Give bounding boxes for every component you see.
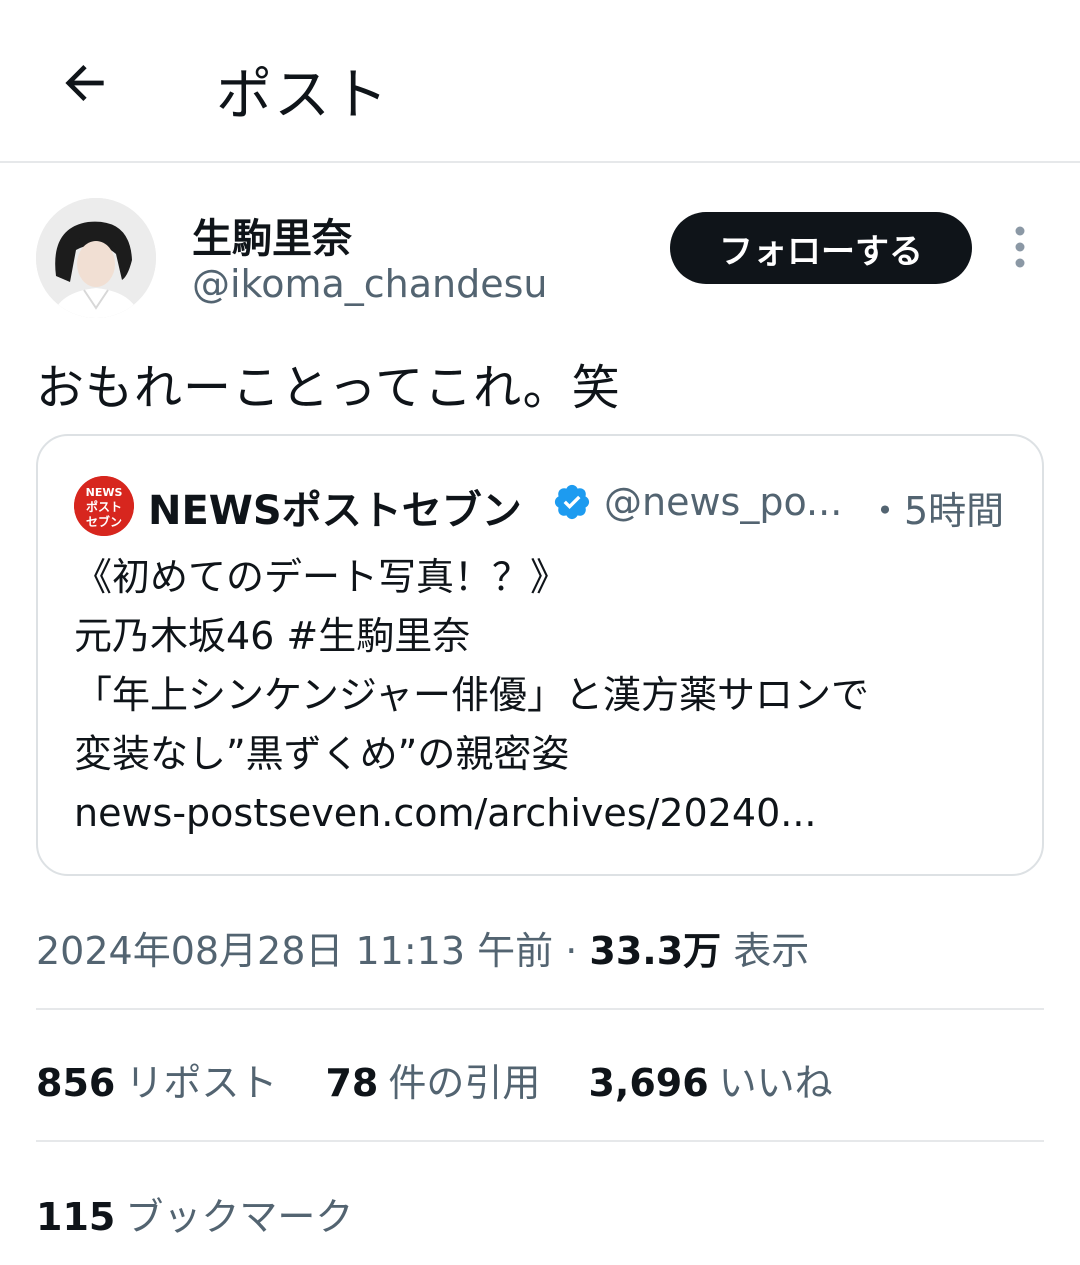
page-title: ポスト [216,63,390,128]
meta-separator: · [565,929,578,973]
quoted-post-body: 《初めてのデート写真！？》 元乃木坂46 #生駒里奈 「年上シンケンジャー俳優」… [74,548,1024,843]
author-name[interactable]: 生駒里奈 [192,206,352,264]
bookmarks-count: 115 [36,1195,116,1239]
views-label: 表示 [733,929,810,973]
verified-badge-icon [552,482,592,522]
divider [36,1008,1044,1010]
quoted-author-name: NEWSポストセブン [148,488,522,534]
back-button[interactable] [50,48,120,118]
quoted-line: 《初めてのデート写真！？》 [74,555,569,599]
avatar[interactable] [36,198,156,318]
post-datetime[interactable]: 2024年08月28日 11:13 午前 [36,929,553,973]
bookmarks-stat[interactable]: 115 ブックマーク [36,1186,353,1241]
bookmarks-label: ブックマーク [125,1195,354,1239]
quoted-link[interactable]: news-postseven.com/archives/20240... [74,784,1024,843]
quoted-line-hashtag: 元乃木坂46 #生駒里奈 [74,614,471,658]
likes-label: いいね [718,1061,833,1105]
divider [36,1140,1044,1142]
quoted-post[interactable]: NEWS ポスト セブン NEWSポストセブン @news_po... ・5時間… [36,434,1044,876]
engagement-stats: 856 リポスト 78 件の引用 3,696 いいね [36,1052,869,1107]
logo-text-1: NEWS [86,486,123,499]
quoted-post-time: ・5時間 [866,489,1005,533]
quoted-author-handle: @news_po... [604,480,843,524]
quotes-count: 78 [325,1061,379,1105]
post-text: おもれーことってこれ。笑 [36,360,621,416]
reposts-count: 856 [36,1061,116,1105]
logo-text-3: セブン [86,514,122,529]
quoted-author-logo: NEWS ポスト セブン [74,476,134,536]
reposts-stat[interactable]: 856 リポスト [36,1052,277,1107]
logo-text-2: ポスト [86,499,122,514]
arrow-left-icon [65,65,104,101]
post-meta: 2024年08月28日 11:13 午前 · 33.3万 表示 [36,920,809,975]
likes-count: 3,696 [588,1061,709,1105]
quotes-label: 件の引用 [388,1061,541,1105]
quotes-stat[interactable]: 78 件の引用 [325,1052,540,1107]
quoted-line: 「年上シンケンジャー俳優」と漢方薬サロンで [74,673,869,717]
more-options-button[interactable] [1000,222,1040,272]
quoted-line: 変装なし”黒ずくめ”の親密姿 [74,732,570,776]
top-bar: ポスト [0,0,1080,163]
vertical-ellipsis-icon [1015,226,1025,268]
follow-button[interactable]: フォローする [670,212,972,284]
likes-stat[interactable]: 3,696 いいね [588,1052,832,1107]
author-handle[interactable]: @ikoma_chandesu [192,262,548,306]
views-count: 33.3万 [589,929,722,973]
reposts-label: リポスト [125,1061,278,1105]
avatar-photo [36,198,156,318]
